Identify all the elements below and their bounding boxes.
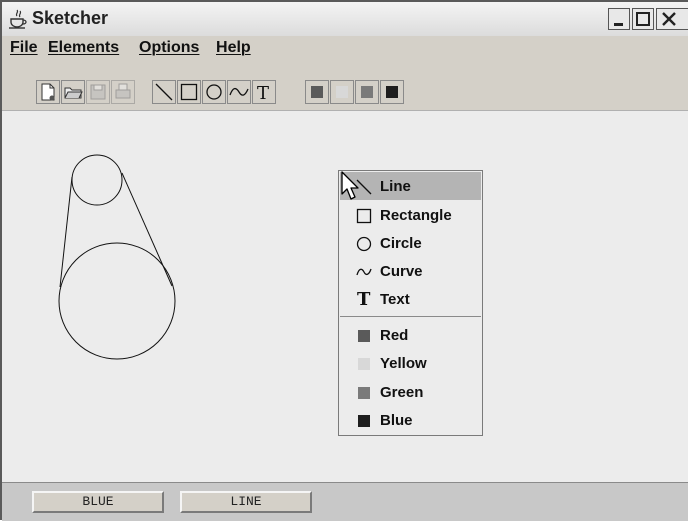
- green-swatch-icon: [361, 86, 373, 98]
- status-color-pane: BLUE: [32, 491, 164, 513]
- circle-icon: [206, 84, 222, 100]
- print-button[interactable]: [111, 80, 135, 104]
- popup-item-yellow[interactable]: Yellow: [340, 349, 481, 377]
- close-button[interactable]: [656, 8, 688, 30]
- line-icon: [155, 83, 173, 101]
- blue-swatch-icon: [358, 415, 370, 427]
- window-title: Sketcher: [32, 8, 109, 28]
- popup-item-label: Green: [380, 384, 424, 401]
- open-file-button[interactable]: [61, 80, 85, 104]
- curve-icon: [356, 268, 372, 276]
- popup-item-label: Yellow: [380, 355, 427, 372]
- minimize-icon: [614, 23, 623, 26]
- red-swatch-icon: [311, 86, 323, 98]
- mouse-pointer-icon: [341, 171, 359, 200]
- close-icon: [662, 12, 676, 26]
- green-swatch-icon: [358, 387, 370, 399]
- sketcher-window: Sketcher File Elements Options Help T Li…: [0, 0, 688, 521]
- status-element-type-pane: LINE: [180, 491, 312, 513]
- right-tangent-line: [121, 172, 173, 287]
- curve-icon: [229, 87, 249, 96]
- popup-item-label: Red: [380, 327, 409, 344]
- blue-color-button[interactable]: [380, 80, 404, 104]
- menu-bar: File Elements Options Help: [2, 36, 688, 78]
- circle-tool-button[interactable]: [202, 80, 226, 104]
- blue-swatch-icon: [386, 86, 398, 98]
- menu-help[interactable]: Help: [216, 39, 251, 59]
- rectangle-tool-button[interactable]: [177, 80, 201, 104]
- green-color-button[interactable]: [355, 80, 379, 104]
- rectangle-icon: [180, 83, 198, 101]
- svg-text:T: T: [357, 289, 371, 305]
- popup-item-red[interactable]: Red: [340, 321, 481, 349]
- popup-item-label: Circle: [380, 235, 422, 252]
- popup-item-curve[interactable]: Curve: [340, 257, 481, 285]
- print-icon: [115, 83, 131, 99]
- new-file-button[interactable]: [36, 80, 60, 104]
- minimize-button[interactable]: [608, 8, 630, 30]
- popup-item-label: Rectangle: [380, 207, 452, 224]
- save-icon: [90, 84, 106, 100]
- popup-item-label: Line: [380, 178, 411, 195]
- svg-text:T: T: [257, 83, 269, 103]
- menu-file[interactable]: File: [10, 39, 38, 59]
- curve-tool-button[interactable]: [227, 80, 251, 104]
- yellow-color-button[interactable]: [330, 80, 354, 104]
- circle-icon: [356, 236, 372, 252]
- text-icon: T: [357, 289, 371, 305]
- yellow-swatch-icon: [336, 86, 348, 98]
- new-file-icon: [41, 83, 55, 101]
- popup-item-text[interactable]: T Text: [340, 285, 481, 313]
- save-button[interactable]: [86, 80, 110, 104]
- popup-item-label: Blue: [380, 412, 413, 429]
- java-cup-icon: [9, 9, 27, 29]
- popup-item-green[interactable]: Green: [340, 378, 481, 406]
- popup-item-label: Curve: [380, 263, 423, 280]
- yellow-swatch-icon: [358, 358, 370, 370]
- text-icon: T: [257, 83, 269, 103]
- elements-popup-menu: Line Rectangle Circle Curve T Text Red Y…: [338, 170, 483, 436]
- menu-elements[interactable]: Elements: [48, 39, 119, 59]
- popup-separator: [340, 316, 481, 317]
- menu-options[interactable]: Options: [139, 39, 199, 59]
- title-bar[interactable]: Sketcher: [2, 2, 688, 37]
- popup-item-blue[interactable]: Blue: [340, 406, 481, 434]
- red-color-button[interactable]: [305, 80, 329, 104]
- toolbar: T: [2, 78, 688, 108]
- popup-item-rectangle[interactable]: Rectangle: [340, 201, 481, 229]
- popup-item-circle[interactable]: Circle: [340, 229, 481, 257]
- status-bar: BLUE LINE: [2, 482, 688, 521]
- left-tangent-line: [59, 176, 73, 288]
- small-circle-shape: [71, 154, 123, 206]
- maximize-button[interactable]: [632, 8, 654, 30]
- open-file-icon: [64, 87, 83, 99]
- red-swatch-icon: [358, 330, 370, 342]
- popup-item-label: Text: [380, 291, 410, 308]
- large-circle-shape: [58, 242, 176, 360]
- maximize-icon: [636, 12, 650, 26]
- text-tool-button[interactable]: T: [252, 80, 276, 104]
- rectangle-icon: [356, 208, 372, 224]
- line-tool-button[interactable]: [152, 80, 176, 104]
